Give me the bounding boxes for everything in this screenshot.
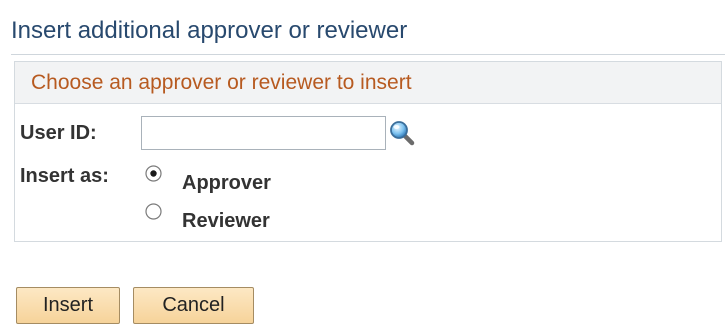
insert-button[interactable]: Insert (16, 287, 120, 324)
radio-selected-icon[interactable] (145, 165, 162, 182)
insert-approver-page: Insert additional approver or reviewer C… (0, 0, 725, 330)
user-id-label: User ID: (20, 122, 97, 144)
group-header-title: Choose an approver or reviewer to insert (31, 71, 412, 94)
magnifier-lookup-icon[interactable] (388, 119, 416, 147)
user-id-input[interactable] (141, 116, 386, 150)
insert-as-label: Insert as: (20, 165, 109, 187)
reviewer-option-label: Reviewer (182, 210, 270, 232)
group-header: Choose an approver or reviewer to insert (15, 62, 721, 104)
cancel-button[interactable]: Cancel (133, 287, 254, 324)
radio-unselected-icon[interactable] (145, 203, 162, 220)
approver-option-label: Approver (182, 172, 271, 194)
page-title: Insert additional approver or reviewer (11, 17, 408, 44)
title-divider (11, 54, 725, 55)
approver-group-box: Choose an approver or reviewer to insert… (14, 61, 722, 242)
